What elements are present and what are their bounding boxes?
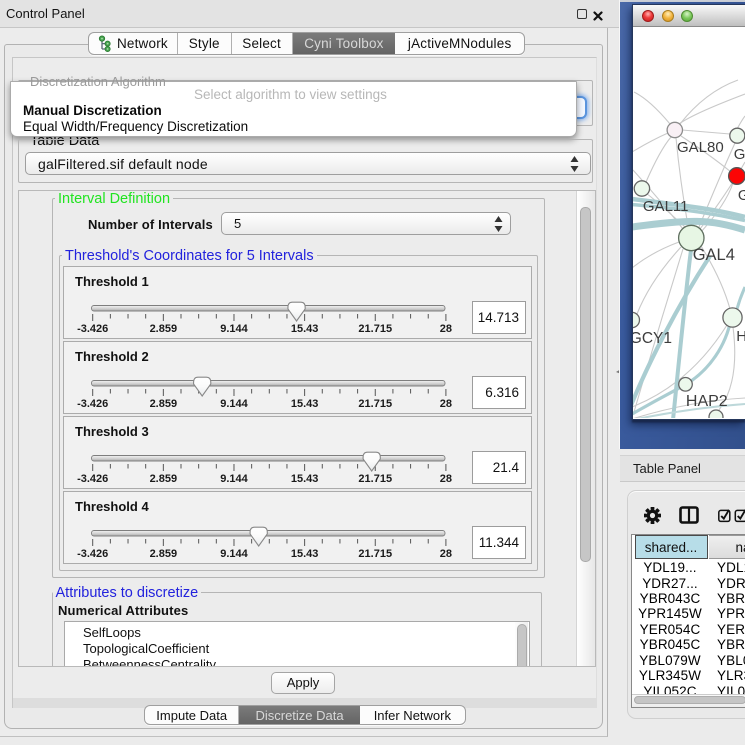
svg-text:-3.426: -3.426 (77, 473, 108, 485)
svg-text:9.144: 9.144 (220, 323, 248, 335)
svg-text:-3.426: -3.426 (77, 323, 108, 335)
svg-text:2.859: 2.859 (150, 548, 178, 560)
svg-text:GCY1: GCY1 (633, 330, 672, 347)
svg-text:21.715: 21.715 (358, 473, 392, 485)
svg-text:28: 28 (440, 473, 452, 485)
svg-text:28: 28 (440, 548, 452, 560)
svg-text:15.43: 15.43 (291, 323, 319, 335)
svg-text:15.43: 15.43 (291, 548, 319, 560)
svg-text:GAL11: GAL11 (642, 198, 688, 215)
svg-text:GAL4: GAL4 (692, 246, 734, 264)
svg-text:G: G (737, 187, 744, 204)
svg-text:28: 28 (440, 323, 452, 335)
svg-text:21.715: 21.715 (358, 323, 392, 335)
svg-text:21.715: 21.715 (358, 398, 392, 410)
svg-text:H: H (736, 328, 745, 345)
svg-text:21.715: 21.715 (358, 548, 392, 560)
svg-text:GAL80: GAL80 (677, 139, 724, 156)
svg-text:HAP2: HAP2 (685, 393, 727, 410)
svg-text:15.43: 15.43 (291, 398, 319, 410)
svg-text:2.859: 2.859 (150, 473, 178, 485)
svg-text:2.859: 2.859 (150, 323, 178, 335)
svg-text:9.144: 9.144 (220, 398, 248, 410)
svg-text:9.144: 9.144 (220, 473, 248, 485)
svg-text:-3.426: -3.426 (77, 398, 108, 410)
svg-text:GA: GA (733, 146, 744, 163)
svg-text:9.144: 9.144 (220, 548, 248, 560)
svg-text:-3.426: -3.426 (77, 548, 108, 560)
svg-text:15.43: 15.43 (291, 473, 319, 485)
svg-text:2.859: 2.859 (150, 398, 178, 410)
svg-text:28: 28 (440, 398, 452, 410)
